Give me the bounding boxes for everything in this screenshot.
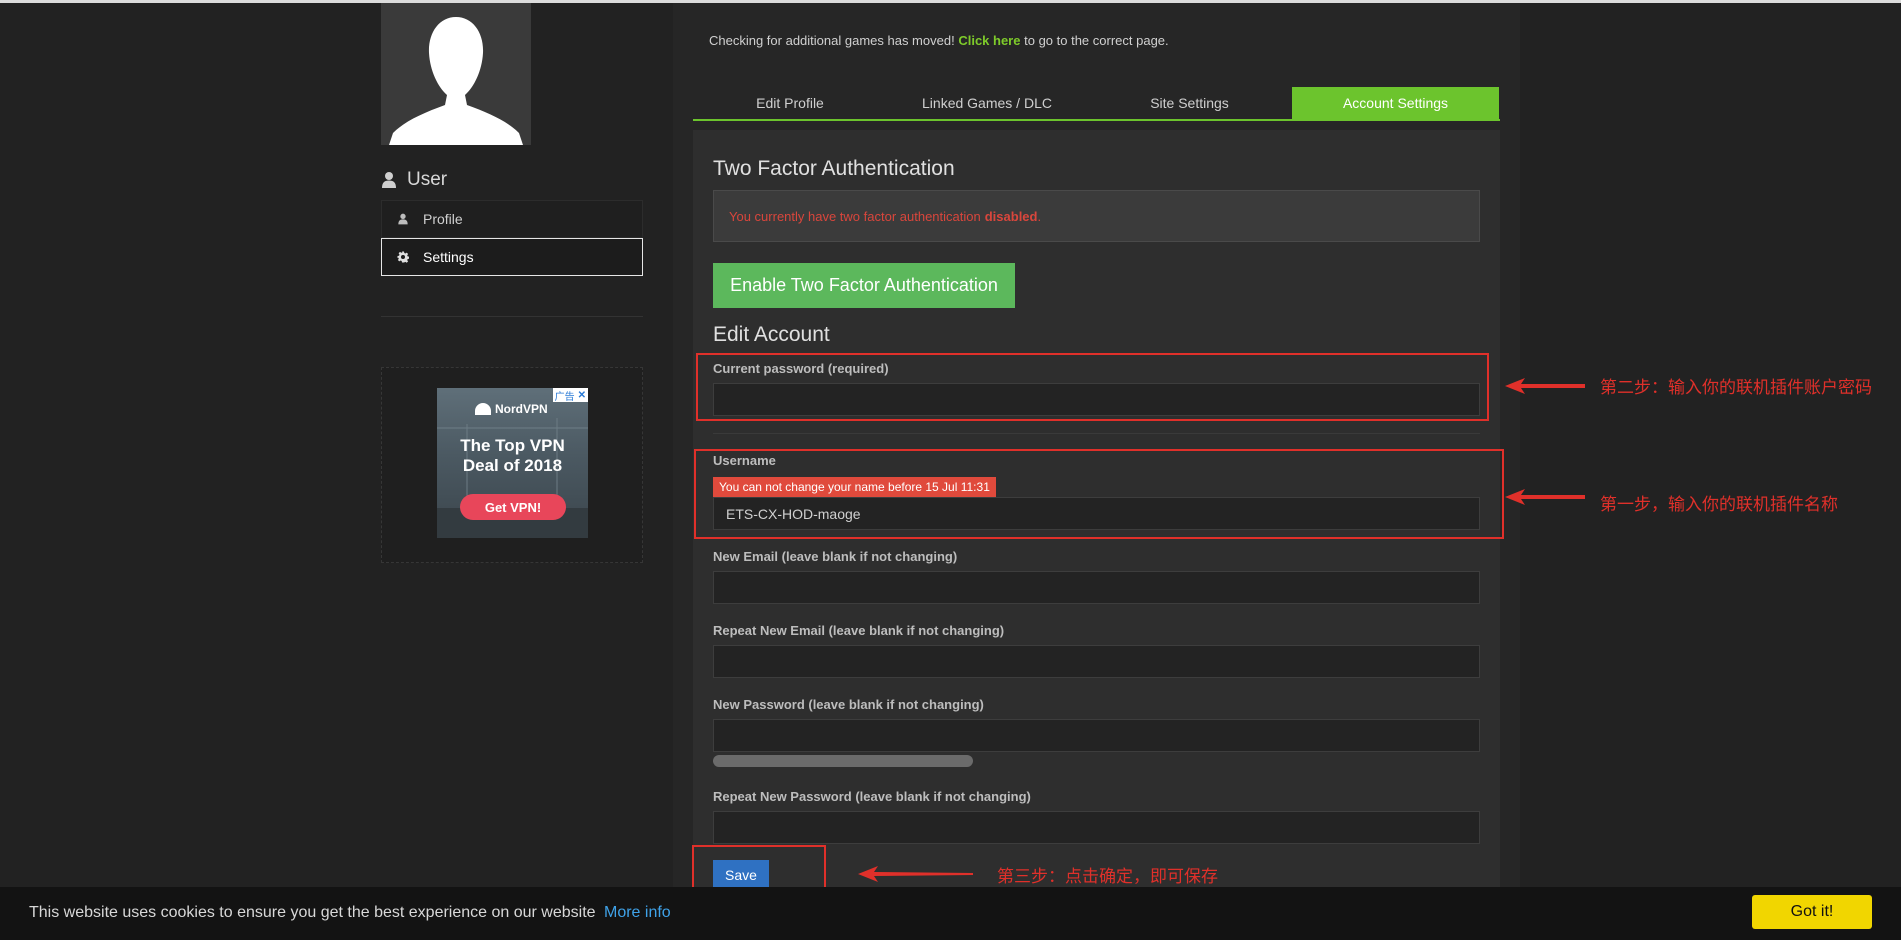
tab-edit-profile[interactable]: Edit Profile bbox=[693, 87, 887, 119]
tab-account-settings[interactable]: Account Settings bbox=[1292, 87, 1499, 119]
sidebar-item-settings[interactable]: Settings bbox=[381, 238, 643, 276]
click-here-link[interactable]: Click here bbox=[958, 33, 1020, 48]
ad-headline: The Top VPN Deal of 2018 bbox=[437, 436, 588, 476]
user-icon bbox=[382, 172, 396, 188]
sidebar-item-label: Settings bbox=[423, 249, 474, 265]
advertisement-container: 广告 ✕ NordVPN The Top VPN Deal of 2018 Ge… bbox=[381, 367, 643, 563]
two-factor-status-value: disabled bbox=[984, 208, 1038, 224]
arrow-left-icon bbox=[1505, 378, 1585, 394]
step3-annotation: 第三步：点击确定，即可保存 bbox=[997, 867, 1218, 887]
ad-badge-text: 广告 bbox=[554, 391, 575, 403]
more-info-link[interactable]: More info bbox=[604, 904, 671, 921]
two-factor-status-alert: You currently have two factor authentica… bbox=[713, 190, 1480, 242]
avatar-silhouette-icon bbox=[381, 3, 531, 145]
nordvpn-ad[interactable]: 广告 ✕ NordVPN The Top VPN Deal of 2018 Ge… bbox=[437, 388, 588, 538]
gear-icon bbox=[397, 251, 409, 263]
current-password-highlight-box bbox=[696, 353, 1489, 421]
user-section-title: User bbox=[407, 169, 448, 190]
password-strength-bar bbox=[713, 755, 973, 767]
two-factor-status-text: You currently have two factor authentica… bbox=[729, 208, 981, 224]
step1-annotation: 第一步，输入你的联机插件名称 bbox=[1600, 495, 1838, 515]
cookie-consent-bar: This website uses cookies to ensure you … bbox=[0, 887, 1901, 940]
games-moved-notice: Checking for additional games has moved!… bbox=[709, 33, 1169, 48]
edit-account-title: Edit Account bbox=[713, 323, 830, 346]
tab-site-settings[interactable]: Site Settings bbox=[1087, 87, 1292, 119]
sidebar-divider bbox=[381, 316, 643, 317]
enable-two-factor-button[interactable]: Enable Two Factor Authentication bbox=[713, 263, 1015, 308]
notice-suffix: to go to the correct page. bbox=[1024, 33, 1169, 48]
two-factor-title: Two Factor Authentication bbox=[713, 157, 955, 180]
ad-brand-name: NordVPN bbox=[495, 402, 548, 416]
new-email-label: New Email (leave blank if not changing) bbox=[713, 549, 958, 564]
user-icon bbox=[398, 213, 408, 225]
cookie-text: This website uses cookies to ensure you … bbox=[29, 904, 596, 921]
cookie-message: This website uses cookies to ensure you … bbox=[29, 904, 671, 922]
repeat-password-label: Repeat New Password (leave blank if not … bbox=[713, 789, 1031, 804]
notice-prefix: Checking for additional games has moved! bbox=[709, 33, 955, 48]
ad-headline-line1: The Top VPN bbox=[460, 436, 565, 455]
repeat-password-field[interactable] bbox=[713, 811, 1480, 844]
repeat-email-label: Repeat New Email (leave blank if not cha… bbox=[713, 623, 1005, 638]
new-email-field[interactable] bbox=[713, 571, 1480, 604]
settings-tabs: Edit Profile Linked Games / DLC Site Set… bbox=[693, 87, 1500, 121]
user-section-heading: User bbox=[381, 168, 643, 192]
new-password-field[interactable] bbox=[713, 719, 1480, 752]
mountain-logo-icon bbox=[475, 403, 491, 415]
ad-label[interactable]: 广告 ✕ bbox=[552, 388, 588, 403]
ad-cta-button[interactable]: Get VPN! bbox=[460, 494, 566, 520]
section-divider bbox=[713, 433, 1480, 434]
sidebar-item-label: Profile bbox=[423, 211, 463, 227]
ad-brand: NordVPN bbox=[475, 402, 548, 416]
left-sidebar: User Profile Settings 广告 ✕ NordVPN The T… bbox=[381, 3, 643, 563]
got-it-button[interactable]: Got it! bbox=[1752, 895, 1872, 929]
ad-headline-line2: Deal of 2018 bbox=[462, 456, 563, 475]
tab-linked-games[interactable]: Linked Games / DLC bbox=[887, 87, 1087, 119]
repeat-email-field[interactable] bbox=[713, 645, 1480, 678]
step2-annotation: 第二步：输入你的联机插件账户密码 bbox=[1600, 378, 1872, 398]
sidebar-item-profile[interactable]: Profile bbox=[381, 200, 643, 238]
username-highlight-box bbox=[694, 449, 1504, 539]
close-icon[interactable]: ✕ bbox=[578, 390, 586, 401]
arrow-left-icon bbox=[858, 866, 973, 882]
arrow-left-icon bbox=[1505, 489, 1585, 505]
two-factor-status-end: . bbox=[1037, 208, 1042, 224]
sidebar-nav: Profile Settings bbox=[381, 200, 643, 276]
new-password-label: New Password (leave blank if not changin… bbox=[713, 697, 984, 712]
avatar bbox=[381, 3, 531, 145]
